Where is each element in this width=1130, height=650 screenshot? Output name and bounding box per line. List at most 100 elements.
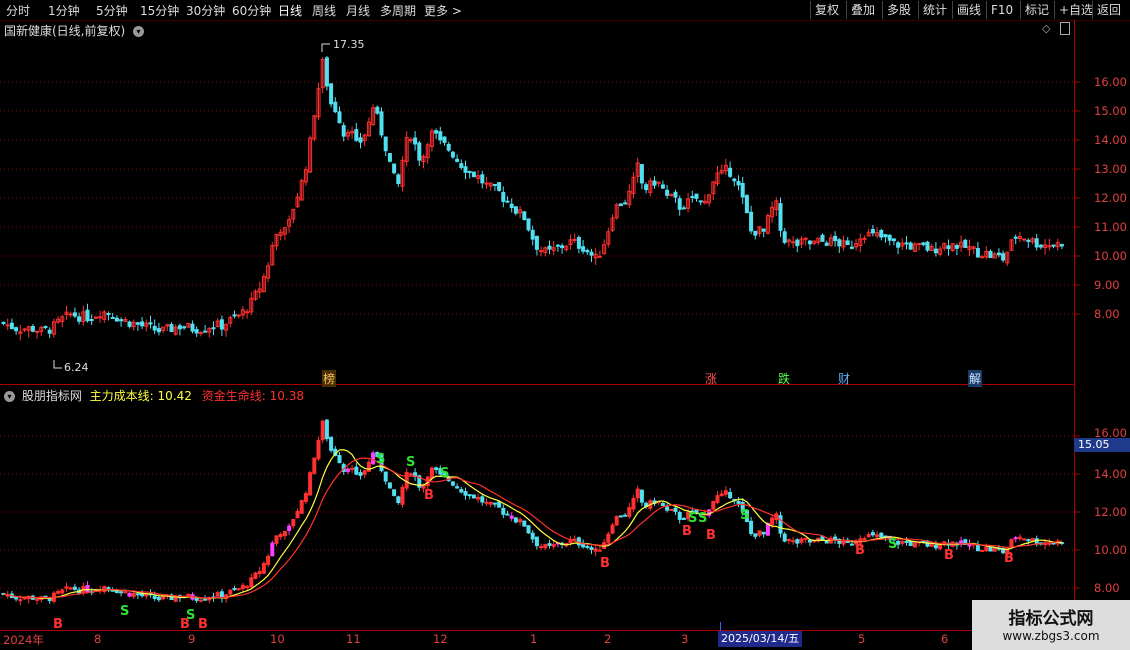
ind-candle-body [912, 541, 917, 548]
ind-candle-body [35, 598, 40, 601]
ind-candle-body [362, 470, 367, 475]
candle-body [807, 240, 812, 245]
candle-body [891, 238, 896, 242]
y-tick: 12.00 [1094, 505, 1127, 519]
watermark: 指标公式网 www.zbgs3.com [972, 600, 1130, 650]
candle-body [471, 171, 476, 178]
ind-candle-body [295, 510, 300, 519]
candle-body [35, 330, 40, 333]
ind-candle-body [371, 452, 376, 465]
candle-body [1051, 244, 1056, 247]
chevron-down-icon[interactable]: ▾ [4, 391, 15, 402]
candle-body [43, 326, 48, 329]
candle-body [879, 229, 884, 238]
ind-candle-body [904, 540, 909, 543]
candle-body [887, 234, 892, 241]
x-tick: 11 [346, 632, 361, 646]
ind-candle-body [287, 525, 292, 531]
ind-candle-body [358, 472, 363, 476]
ind-candle-body [509, 515, 514, 519]
event-label: 解 [969, 372, 982, 386]
ind-candle-body [526, 525, 531, 534]
ind-candle-body [236, 588, 241, 591]
ind-candle-body [72, 586, 77, 590]
candle-body [555, 244, 560, 247]
chart-canvas[interactable] [0, 0, 1130, 650]
candle-body [837, 239, 842, 247]
ind-candle-body [505, 513, 510, 516]
ind-candle-body [324, 419, 329, 440]
ind-candle-body [660, 502, 665, 507]
candle-body [845, 240, 850, 246]
candle-body [732, 178, 737, 182]
ind-candle-body [392, 489, 397, 496]
event-label: 涨 [705, 372, 718, 386]
ind-candle-body [799, 538, 804, 543]
event-rise-icon[interactable]: 涨 [704, 370, 718, 387]
ind-candle-body [106, 587, 111, 590]
candle-body [534, 235, 539, 250]
event-finance-icon[interactable]: 财 [837, 370, 851, 387]
event-rank-icon[interactable]: 榜 [322, 370, 337, 387]
ind-candle-body [988, 546, 993, 552]
candle-body [127, 321, 132, 327]
ind-candle-body [249, 577, 254, 588]
life-line [3, 457, 1062, 599]
candle-body [597, 255, 602, 258]
candle-body [324, 57, 329, 87]
ind-candle-body [501, 507, 506, 515]
candle-body [975, 248, 980, 258]
event-label: 财 [838, 372, 851, 386]
ind-candle-body [791, 540, 796, 543]
candle-body [996, 252, 1001, 256]
ind-candle-body [711, 500, 716, 510]
ind-candle-body [18, 599, 23, 602]
candle-body [744, 195, 749, 214]
life-line-value: 10.38 [269, 389, 304, 403]
candle-body [497, 182, 502, 191]
ind-candle-body [543, 544, 548, 549]
ind-candle-body [320, 420, 325, 441]
ind-candle-body [719, 493, 724, 497]
low-price-label: 6.24 [64, 361, 89, 374]
candle-body [333, 101, 338, 113]
candle-body [681, 207, 686, 210]
ind-candle-body [476, 496, 481, 500]
ind-candle-body [345, 468, 350, 472]
ind-candle-body [1009, 538, 1014, 547]
sell-marker: S [740, 508, 750, 523]
buy-marker: B [1004, 551, 1014, 566]
sell-marker: S [186, 608, 196, 623]
candle-body [219, 319, 224, 330]
ind-candle-body [681, 517, 686, 520]
ind-candle-body [677, 511, 682, 520]
event-fall-icon[interactable]: 跌 [777, 370, 791, 387]
event-unlock-icon[interactable]: 解 [968, 370, 983, 387]
ind-candle-body [610, 524, 615, 534]
ind-candle-body [245, 585, 250, 588]
ind-candle-body [497, 501, 502, 508]
cost-line-value: 10.42 [157, 389, 192, 403]
ind-candle-body [266, 555, 271, 565]
y-tick: 8.00 [1094, 307, 1120, 321]
ind-candle-body [614, 515, 619, 526]
candle-body [761, 228, 766, 232]
candle-body [656, 181, 661, 184]
candle-body [417, 142, 422, 161]
ind-candle-body [866, 533, 871, 538]
candle-body [623, 202, 628, 205]
ind-candle-body [639, 489, 644, 503]
ind-candle-body [530, 532, 535, 540]
ind-candle-body [316, 439, 321, 460]
ind-candle-body [900, 541, 905, 544]
ind-candle-body [938, 544, 943, 550]
ind-candle-body [480, 496, 485, 503]
ind-candle-body [518, 519, 523, 523]
candle-body [585, 249, 590, 253]
candle-body [182, 326, 187, 329]
candle-body [106, 313, 111, 316]
ind-candle-body [127, 592, 132, 597]
candle-body [820, 234, 825, 242]
watermark-url: www.zbgs3.com [1002, 629, 1100, 643]
ind-candle-body [576, 537, 581, 546]
